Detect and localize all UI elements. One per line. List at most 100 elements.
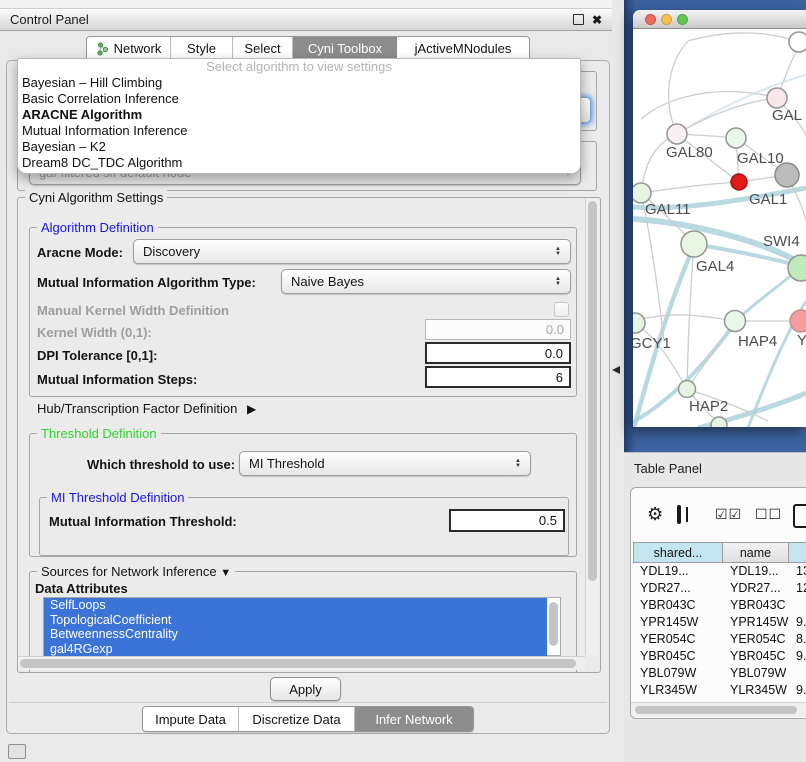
node-swi4[interactable] — [788, 255, 806, 281]
mi-steps-label: Mutual Information Steps: — [37, 372, 197, 387]
tab-discretize-data[interactable]: Discretize Data — [239, 707, 355, 731]
node-gal-partial[interactable] — [767, 88, 787, 108]
settings-vscrollbar[interactable] — [585, 198, 599, 655]
edge — [688, 33, 800, 43]
table-row[interactable]: YBR043CYBR043C — [633, 597, 806, 614]
table-cell: YDL19... — [723, 563, 789, 580]
expand-arrow-icon: ▼ — [220, 567, 231, 579]
export-table-icon[interactable] — [793, 504, 806, 528]
kernel-width-field: 0.0 — [425, 319, 571, 340]
cyni-bottom-tabs: Impute Data Discretize Data Infer Networ… — [142, 706, 474, 732]
column-header-partial[interactable]: A — [789, 542, 806, 563]
tab-network[interactable]: Network — [87, 37, 171, 60]
select-all-columns-icon[interactable]: ☑☑ — [715, 506, 742, 523]
settings-vscrollbar-thumb[interactable] — [588, 201, 597, 581]
node-gal4[interactable] — [681, 231, 707, 257]
sources-group-toggle[interactable]: Sources for Network Inference ▼ — [37, 564, 235, 579]
node-gal1-highlighted[interactable] — [731, 174, 747, 190]
column-header-shared-name[interactable]: shared... — [633, 542, 723, 563]
tab-infer-network[interactable]: Infer Network — [355, 707, 473, 731]
settings-hscrollbar[interactable] — [18, 656, 585, 670]
dropdown-item[interactable]: Basic Correlation Inference — [18, 91, 580, 107]
node-label: SWI4 — [763, 233, 800, 250]
table-hscrollbar[interactable] — [631, 702, 806, 717]
list-item[interactable]: gal4RGexp — [44, 642, 548, 657]
tab-cyni-toolbox[interactable]: Cyni Toolbox — [293, 37, 397, 60]
dropdown-item[interactable]: Bayesian – Hill Climbing — [18, 75, 580, 91]
table-row[interactable]: YBR045CYBR045C9. — [633, 648, 806, 665]
table-cell: YBR045C — [633, 648, 723, 665]
unselect-all-columns-icon[interactable]: ☐☐ — [755, 506, 782, 523]
table-cell: YPR145W — [633, 614, 723, 631]
table-cell: YLR345W — [723, 682, 789, 699]
node-label: GAL11 — [645, 201, 691, 218]
mi-steps-field[interactable]: 6 — [425, 366, 571, 388]
card-divider — [9, 702, 607, 703]
tab-style[interactable]: Style — [171, 37, 233, 60]
list-item[interactable]: BetweennessCentrality — [44, 627, 548, 642]
table-row[interactable]: YLR345WYLR345W9. — [633, 682, 806, 699]
aracne-mode-value: Discovery — [143, 244, 200, 259]
list-item[interactable]: TopologicalCoefficient — [44, 613, 548, 628]
restore-panel-icon[interactable] — [8, 744, 26, 759]
close-icon[interactable]: ✖ — [592, 14, 602, 26]
node-table-card: ⚙ ☑☑ ☐☐ shared... name A YDL19...YDL19..… — [630, 487, 806, 719]
table-cell: YDL19... — [633, 563, 723, 580]
list-scrollbar-thumb[interactable] — [549, 602, 558, 646]
threshold-definition-title: Threshold Definition — [37, 426, 161, 441]
manual-kernel-label: Manual Kernel Width Definition — [37, 303, 229, 318]
mi-threshold-field[interactable]: 0.5 — [449, 509, 565, 532]
node-y-partial[interactable] — [790, 310, 806, 332]
tab-impute-data[interactable]: Impute Data — [143, 707, 239, 731]
table-cell — [789, 665, 806, 682]
minimize-traffic-light-icon[interactable] — [661, 14, 672, 25]
node-label: HAP4 — [738, 333, 777, 350]
mi-threshold-group-title: MI Threshold Definition — [47, 490, 188, 505]
dropdown-item-selected[interactable]: ARACNE Algorithm — [18, 107, 580, 123]
dropdown-item[interactable]: Dream8 DC_TDC Algorithm — [18, 155, 580, 171]
close-traffic-light-icon[interactable] — [645, 14, 656, 25]
tab-label: Network — [114, 41, 162, 56]
node-label: GAL — [772, 107, 802, 124]
tab-select[interactable]: Select — [233, 37, 293, 60]
node-gal11[interactable] — [633, 183, 651, 203]
mouse-cursor-icon — [612, 366, 620, 374]
node-unlabeled[interactable] — [711, 417, 727, 427]
zoom-traffic-light-icon[interactable] — [677, 14, 688, 25]
float-window-icon[interactable] — [573, 14, 584, 25]
node-gal80[interactable] — [667, 124, 687, 144]
settings-hscrollbar-thumb[interactable] — [20, 659, 576, 668]
tab-label: jActiveMNodules — [415, 41, 512, 56]
manual-kernel-checkbox — [554, 302, 569, 317]
which-threshold-combo[interactable]: MI Threshold ▲▼ — [239, 451, 531, 476]
list-item[interactable]: SelfLoops — [44, 598, 548, 613]
columns-icon[interactable] — [677, 505, 681, 524]
node-hap2[interactable] — [679, 381, 696, 398]
table-cell: YBL079W — [723, 665, 789, 682]
node-gal10[interactable] — [726, 128, 746, 148]
table-cell: YBL079W — [633, 665, 723, 682]
mi-type-combo[interactable]: Naive Bayes ▲▼ — [281, 269, 571, 294]
table-hscrollbar-thumb[interactable] — [635, 706, 797, 714]
dpi-tolerance-field[interactable]: 0.0 — [425, 342, 571, 364]
table-cell: YDR27... — [633, 580, 723, 597]
column-header-name[interactable]: name — [723, 542, 789, 563]
dropdown-item[interactable]: Mutual Information Inference — [18, 123, 580, 139]
table-row[interactable]: YBL079WYBL079W — [633, 665, 806, 682]
gear-icon[interactable]: ⚙ — [647, 505, 663, 523]
network-canvas[interactable]: GAL GAL80 GAL10 GAL1 GAL11 SWI4 GAL4 GCY… — [633, 29, 806, 427]
tab-label: Discretize Data — [252, 712, 340, 727]
aracne-mode-combo[interactable]: Discovery ▲▼ — [133, 239, 571, 264]
tab-jactivemnodules[interactable]: jActiveMNodules — [397, 37, 529, 60]
table-row[interactable]: YDR27...YDR27...12 — [633, 580, 806, 597]
table-row[interactable]: YER054CYER054C8. — [633, 631, 806, 648]
apply-button[interactable]: Apply — [270, 677, 341, 701]
table-row[interactable]: YPR145WYPR145W9. — [633, 614, 806, 631]
node-unlabeled[interactable] — [789, 32, 806, 52]
dropdown-item[interactable]: Bayesian – K2 — [18, 139, 580, 155]
table-row[interactable]: YDL19...YDL19...13 — [633, 563, 806, 580]
list-scrollbar[interactable] — [547, 597, 561, 656]
node-hap4[interactable] — [725, 311, 746, 332]
hub-section-toggle[interactable]: Hub/Transcription Factor Definition ▶ — [37, 401, 256, 416]
which-threshold-label: Which threshold to use: — [87, 457, 235, 472]
